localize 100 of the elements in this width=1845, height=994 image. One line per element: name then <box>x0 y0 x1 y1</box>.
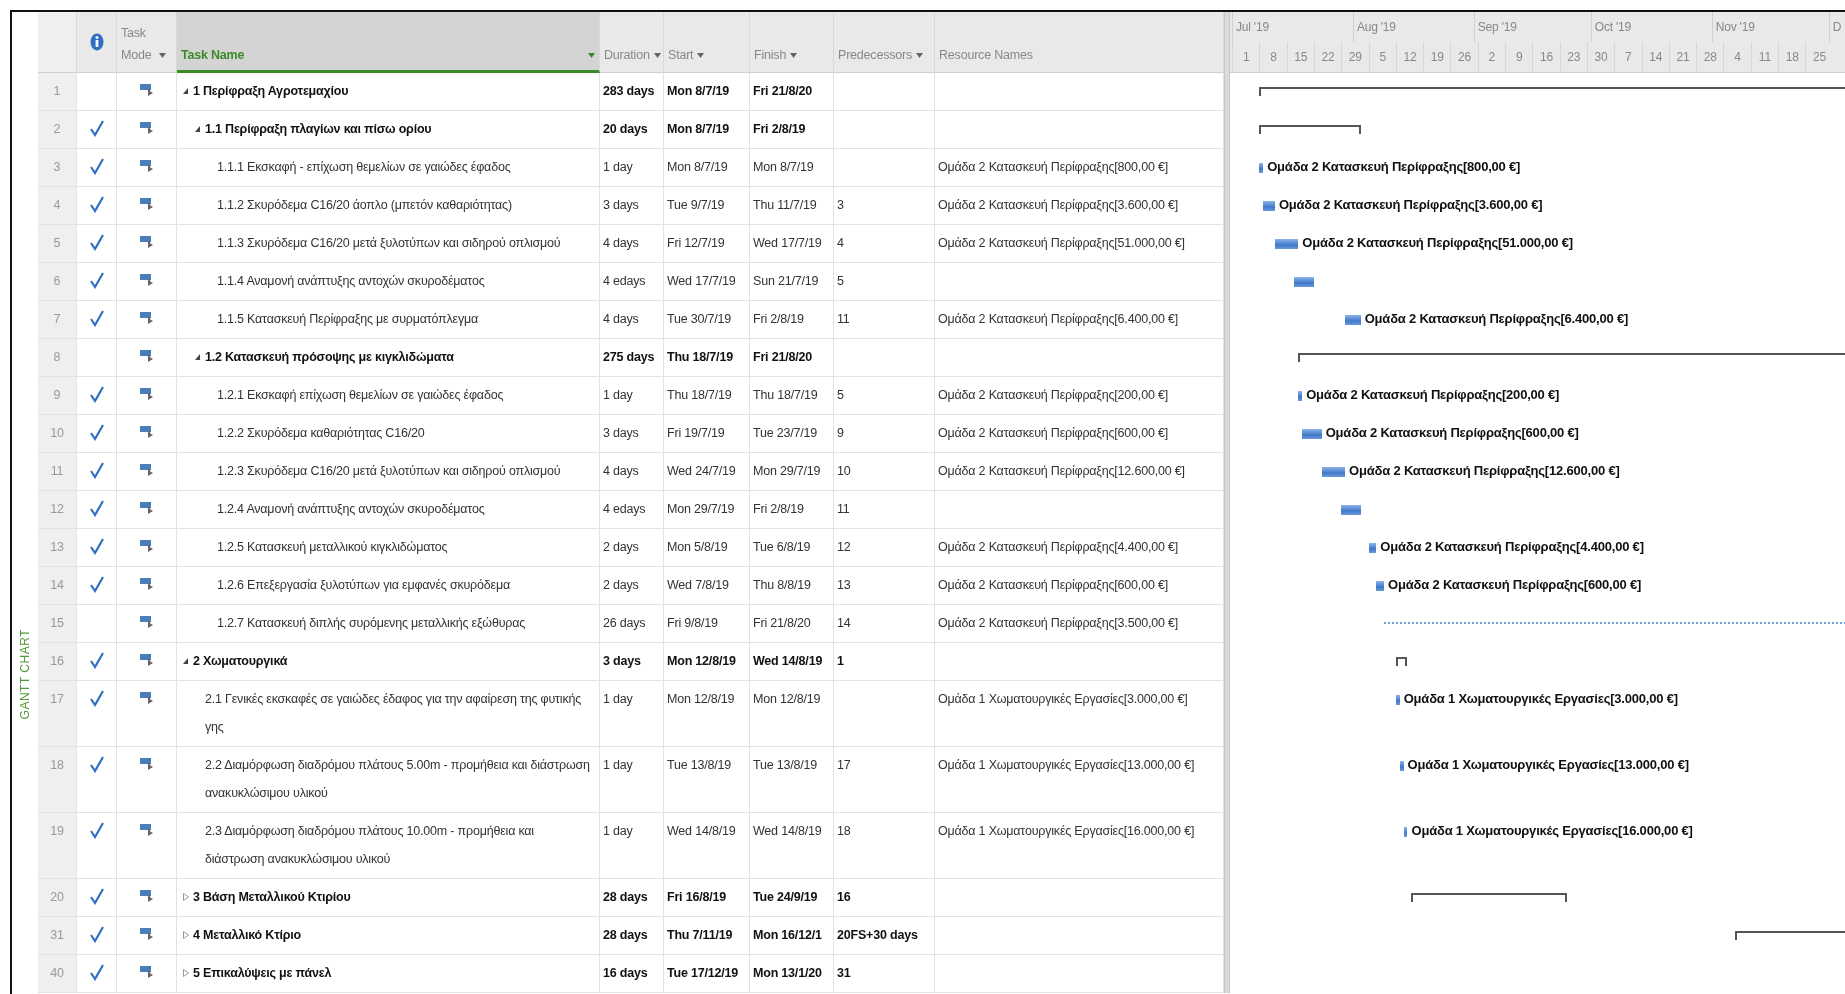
expand-toggle-icon[interactable] <box>183 931 189 939</box>
bar-label: Ομάδα 2 Κατασκευή Περίφραξης[200,00 €] <box>1306 386 1560 404</box>
task-name: 1.1.5 Κατασκευή Περίφραξης με συρματόπλεγμα <box>217 311 479 328</box>
row-number: 16 <box>38 643 77 681</box>
predecessors-cell: 5 <box>834 377 935 415</box>
finish-date-cell: Tue 6/8/19 <box>750 529 834 567</box>
timescale-week: 19 <box>1423 42 1451 72</box>
task-name: 1.2.3 Σκυρόδεμα C16/20 μετά ξυλοτύπων και σιδηρού οπλισμού <box>217 463 561 480</box>
task-name: 1.2 Κατασκευή πρόσοψης με κιγκλιδώματα <box>205 349 454 366</box>
dropdown-arrow-icon[interactable] <box>653 53 661 58</box>
row-number: 13 <box>38 529 77 567</box>
finish-date-cell: Mon 8/7/19 <box>750 149 834 187</box>
start-date-cell: Fri 12/7/19 <box>664 225 750 263</box>
task-name: 1.1.1 Εκσκαφή - επίχωση θεμελίων σε γαιώδες έφαδος <box>217 159 511 176</box>
bar-label: Ομάδα 2 Κατασκευή Περίφραξης[4.400,00 €] <box>1380 538 1644 556</box>
timescale-month: D <box>1828 12 1845 42</box>
duration-cell: 2 days <box>600 529 664 567</box>
dropdown-arrow-icon[interactable] <box>916 53 924 58</box>
timescale-week: 28 <box>1696 42 1724 72</box>
predecessors-cell: 14 <box>834 605 935 643</box>
dropdown-arrow-icon[interactable] <box>588 53 595 58</box>
dropdown-arrow-icon[interactable] <box>159 53 166 58</box>
predecessors-cell: 13 <box>834 567 935 605</box>
expand-toggle-icon[interactable] <box>183 969 189 977</box>
expand-toggle-icon[interactable] <box>183 657 189 665</box>
finish-date-cell: Wed 14/8/19 <box>750 813 834 879</box>
task-mode-icon <box>139 824 154 836</box>
bar-label: Ομάδα 1 Χωματουργικές Εργασίες[16.000,00 €] <box>1411 822 1693 840</box>
column-header[interactable] <box>77 12 117 73</box>
expand-toggle-icon[interactable] <box>195 353 201 361</box>
finish-date-cell: Mon 13/1/20 <box>750 955 834 993</box>
expand-toggle-icon[interactable] <box>183 87 189 95</box>
row-number: 11 <box>38 453 77 491</box>
expand-toggle-icon[interactable] <box>183 893 189 901</box>
bar-label: Ομάδα 2 Κατασκευή Περίφραξης[6.400,00 €] <box>1364 310 1629 328</box>
timescale-week: 30 <box>1586 42 1615 72</box>
task-mode-icon <box>139 654 154 666</box>
column-header[interactable]: Predecessors <box>834 12 935 73</box>
finish-date-cell: Wed 14/8/19 <box>750 643 834 681</box>
row-number: 9 <box>38 377 77 415</box>
timescale-week: 16 <box>1532 42 1560 72</box>
start-date-cell: Tue 17/12/19 <box>664 955 750 993</box>
predecessors-cell: 11 <box>834 491 935 529</box>
timescale-month: Jul '19 <box>1232 12 1353 42</box>
start-date-cell: Wed 17/7/19 <box>664 263 750 301</box>
timescale-week: 22 <box>1313 42 1342 72</box>
task-name: 1.2.7 Κατασκευή διπλής συρόμενης μεταλλικής εξώθυρας <box>217 615 526 632</box>
task-mode-icon <box>139 198 154 210</box>
timescale-week: 18 <box>1778 42 1806 72</box>
row-number: 8 <box>38 339 77 377</box>
task-mode-icon <box>139 616 154 628</box>
timescale-week: 7 <box>1614 42 1642 72</box>
dropdown-arrow-icon[interactable] <box>697 53 705 58</box>
column-header[interactable]: Resource Names <box>935 12 1224 73</box>
finish-date-cell: Thu 18/7/19 <box>750 377 834 415</box>
task-name: 1 Περίφραξη Αγροτεμαχίου <box>193 83 349 100</box>
start-date-cell: Tue 30/7/19 <box>664 301 750 339</box>
finish-date-cell: Mon 12/8/19 <box>750 681 834 747</box>
predecessors-cell: 12 <box>834 529 935 567</box>
duration-cell: 26 days <box>600 605 664 643</box>
row-number: 19 <box>38 813 77 879</box>
task-mode-icon <box>139 464 154 476</box>
timescale-week: 9 <box>1505 42 1533 72</box>
start-date-cell: Wed 7/8/19 <box>664 567 750 605</box>
timescale-month: Aug '19 <box>1352 12 1474 42</box>
duration-cell: 1 day <box>600 149 664 187</box>
column-header[interactable]: Duration <box>600 12 664 73</box>
row-number: 15 <box>38 605 77 643</box>
bar-label: Ομάδα 1 Χωματουργικές Εργασίες[3.000,00 €] <box>1403 690 1678 708</box>
column-header[interactable]: Finish <box>750 12 834 73</box>
corner-cell <box>38 12 77 73</box>
task-mode-icon <box>139 890 154 902</box>
finish-date-cell: Fri 2/8/19 <box>750 111 834 149</box>
task-name: 1.2.1 Εκσκαφή επίχωση θεμελίων σε γαιώδες έφαδος <box>217 387 504 404</box>
start-date-cell: Fri 9/8/19 <box>664 605 750 643</box>
column-header[interactable]: Task Name <box>177 12 600 73</box>
dropdown-arrow-icon[interactable] <box>790 53 798 58</box>
row-number: 12 <box>38 491 77 529</box>
bar-label: Ομάδα 1 Χωματουργικές Εργασίες[13.000,00 €] <box>1407 756 1689 774</box>
expand-toggle-icon[interactable] <box>195 125 201 133</box>
task-mode-icon <box>139 502 154 514</box>
duration-cell: 4 days <box>600 301 664 339</box>
start-date-cell: Mon 5/8/19 <box>664 529 750 567</box>
start-date-cell: Mon 12/8/19 <box>664 681 750 747</box>
task-name: 5 Επικαλύψεις με πάνελ <box>193 965 332 982</box>
task-name: 4 Μεταλλικό Κτίριο <box>193 927 302 944</box>
duration-cell: 283 days <box>600 73 664 111</box>
duration-cell: 28 days <box>600 879 664 917</box>
start-date-cell: Thu 18/7/19 <box>664 339 750 377</box>
predecessors-cell: 3 <box>834 187 935 225</box>
column-header[interactable]: Task Mode <box>117 12 177 73</box>
column-header[interactable]: Start <box>664 12 750 73</box>
start-date-cell: Mon 8/7/19 <box>664 111 750 149</box>
task-name: 1.2.4 Αναμονή ανάπτυξης αντοχών σκυροδέματος <box>217 501 485 518</box>
task-mode-icon <box>139 274 154 286</box>
task-mode-icon <box>139 312 154 324</box>
bar-label: Ομάδα 2 Κατασκευή Περίφραξης[51.000,00 €] <box>1302 234 1573 252</box>
task-mode-icon <box>139 692 154 704</box>
row-number: 40 <box>38 955 77 993</box>
task-name: 1.2.2 Σκυρόδεμα καθαριότητας C16/20 <box>217 425 425 442</box>
